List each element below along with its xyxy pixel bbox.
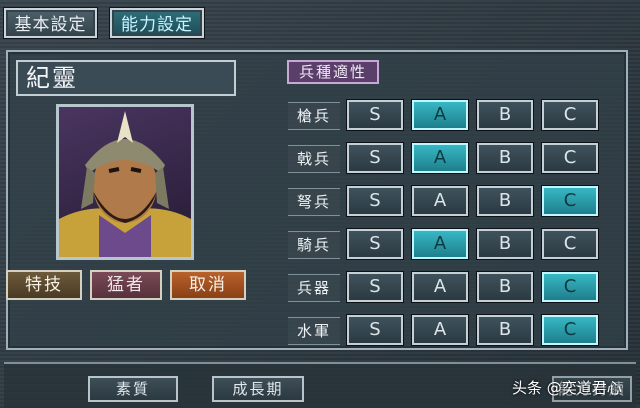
grade-button-s[interactable]: S [347, 315, 403, 345]
grade-button-a[interactable]: A [412, 315, 468, 345]
grade-button-a[interactable]: A [412, 229, 468, 259]
tab-basic-settings[interactable]: 基本設定 [4, 8, 97, 38]
grade-button-a[interactable]: A [412, 186, 468, 216]
grade-button-c[interactable]: C [542, 143, 598, 173]
aptitude-row-label: 騎兵 [288, 231, 340, 259]
skill-label-button[interactable]: 特技 [6, 270, 82, 300]
grade-button-s[interactable]: S [347, 100, 403, 130]
grade-button-b[interactable]: B [477, 143, 533, 173]
grade-button-b[interactable]: B [477, 315, 533, 345]
aptitude-row-label: 戟兵 [288, 145, 340, 173]
grade-button-c[interactable]: C [542, 315, 598, 345]
grade-button-c[interactable]: C [542, 272, 598, 302]
grade-button-a[interactable]: A [412, 143, 468, 173]
grade-button-a[interactable]: A [412, 272, 468, 302]
aptitude-row-label: 水軍 [288, 317, 340, 345]
grade-button-c[interactable]: C [542, 186, 598, 216]
tab-ability-settings[interactable]: 能力設定 [110, 8, 204, 38]
grade-button-s[interactable]: S [347, 186, 403, 216]
grade-button-b[interactable]: B [477, 100, 533, 130]
watermark-text: 头条 @奕道君心 [512, 379, 622, 397]
aptitude-row-label: 兵器 [288, 274, 340, 302]
portrait-image [59, 111, 191, 257]
aptitude-title: 兵種適性 [287, 60, 379, 84]
grade-button-s[interactable]: S [347, 143, 403, 173]
skill-cancel-button[interactable]: 取消 [170, 270, 246, 300]
grade-button-c[interactable]: C [542, 100, 598, 130]
grade-button-b[interactable]: B [477, 229, 533, 259]
grade-button-s[interactable]: S [347, 229, 403, 259]
aptitude-row-label: 槍兵 [288, 102, 340, 130]
aptitude-row-label: 弩兵 [288, 188, 340, 216]
grade-button-c[interactable]: C [542, 229, 598, 259]
grade-button-b[interactable]: B [477, 272, 533, 302]
character-portrait [56, 104, 194, 260]
grade-button-a[interactable]: A [412, 100, 468, 130]
grade-button-s[interactable]: S [347, 272, 403, 302]
growth-period-button[interactable]: 成長期 [212, 376, 304, 402]
skill-value: 猛者 [90, 270, 162, 300]
qualities-button[interactable]: 素質 [88, 376, 178, 402]
character-name: 紀靈 [16, 60, 236, 96]
grade-button-b[interactable]: B [477, 186, 533, 216]
